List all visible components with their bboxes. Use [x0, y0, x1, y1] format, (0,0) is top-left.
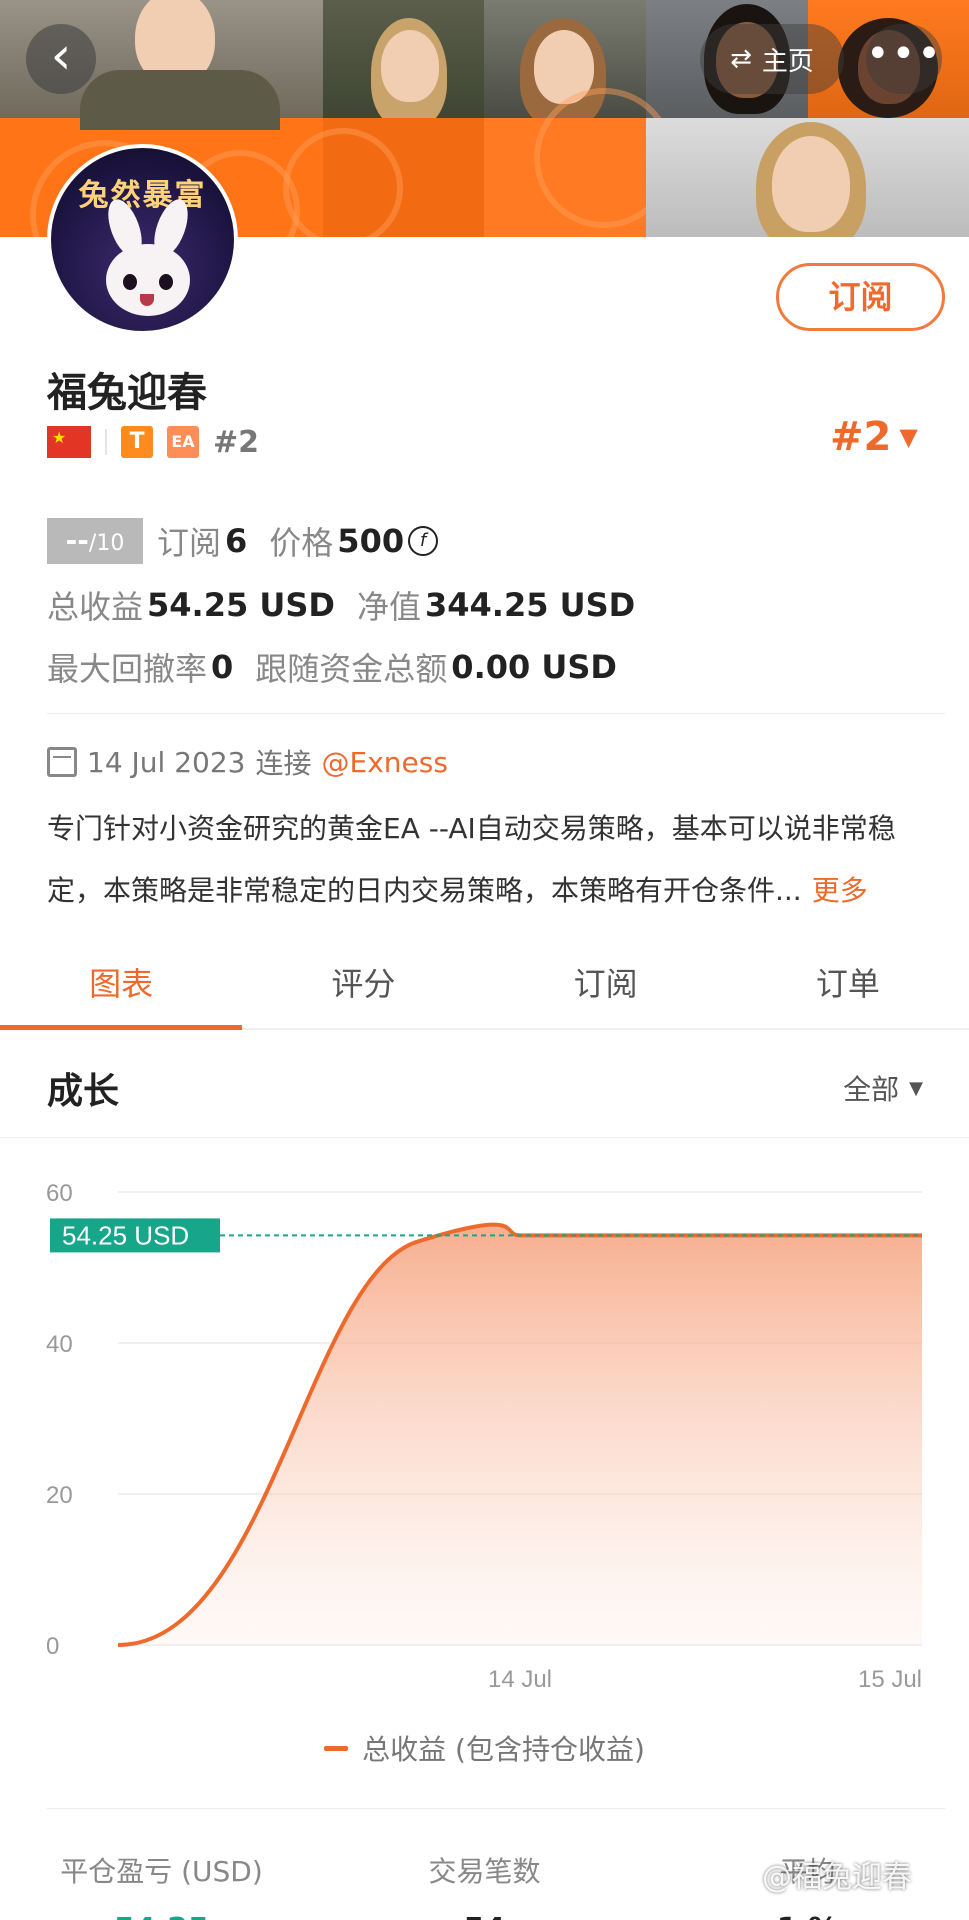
cover-photo — [323, 0, 484, 128]
more-link[interactable]: 更多 — [812, 874, 868, 907]
connect-label: 连接 — [255, 747, 312, 780]
trade-count-label: 交易笔数 — [428, 1855, 541, 1888]
range-filter[interactable]: 全部 ▼ — [843, 1068, 923, 1108]
growth-header: 成长 全部 ▼ — [0, 1032, 969, 1138]
rank-dropdown[interactable]: #2 ▼ — [830, 414, 918, 460]
bunny-eye-icon — [123, 274, 137, 290]
follow-funds-label: 跟随资金总额 — [255, 650, 448, 688]
x-tick-label: 14 Jul — [488, 1666, 552, 1693]
home-button[interactable]: ⇄ 主页 — [700, 24, 844, 94]
switch-icon: ⇄ — [730, 44, 752, 74]
total-profit-value: 54.25 USD — [147, 586, 335, 624]
connection-info: 14 Jul 2023 连接 @Exness — [47, 742, 448, 782]
score-badge: --/10 — [47, 518, 143, 564]
back-button[interactable]: ‹ — [26, 24, 96, 94]
y-tick-label: 0 — [46, 1633, 59, 1660]
closed-pnl-label: 平仓盈亏 (USD) — [60, 1855, 263, 1888]
strategy-description: 专门针对小资金研究的黄金EA --AI自动交易策略，基本可以说非常稳定，本策略是… — [47, 798, 947, 922]
tab-bar: 图表 评分 订阅 订单 — [0, 940, 969, 1030]
broker-link[interactable]: @Exness — [322, 746, 448, 779]
badge-row: ★ T EA #2 — [47, 424, 259, 460]
equity-label: 净值 — [356, 588, 421, 626]
stats-row-1: --/10 订阅 6 价格 500 f — [47, 518, 439, 564]
coin-icon: f — [408, 526, 439, 556]
stats-row-2: 总收益 54.25 USD 净值 344.25 USD — [47, 582, 657, 628]
caret-down-icon: ▼ — [909, 1077, 923, 1099]
cover-pattern — [283, 118, 484, 237]
score-value: -- — [65, 524, 89, 557]
growth-title: 成长 — [47, 1071, 120, 1112]
ea-badge: EA — [167, 426, 199, 458]
y-tick-label: 60 — [46, 1180, 73, 1207]
avatar[interactable]: 兔然暴富 — [47, 144, 238, 335]
equity-value: 344.25 USD — [424, 586, 636, 624]
x-tick-label: 15 Jul — [858, 1666, 922, 1693]
connect-date: 14 Jul 2023 — [87, 745, 246, 779]
price-label: 价格 — [269, 524, 334, 562]
trade-count-value: 54 — [323, 1912, 646, 1920]
tab-rating[interactable]: 评分 — [242, 940, 484, 1028]
watermark: @福兔迎春 — [762, 1860, 912, 1895]
score-max: /10 — [88, 531, 125, 556]
china-flag-icon: ★ — [47, 426, 91, 458]
current-value-label: 54.25 USD — [62, 1220, 189, 1250]
total-profit-label: 总收益 — [47, 588, 144, 626]
caret-down-icon: ▼ — [899, 423, 918, 451]
subscribe-count-label: 订阅 — [157, 524, 222, 562]
price-value: 500 — [337, 522, 405, 560]
tab-orders[interactable]: 订单 — [727, 940, 969, 1028]
more-icon: ••• — [866, 31, 943, 77]
username: 福兔迎春 — [47, 370, 207, 416]
growth-chart[interactable]: 0 20 40 60 14 Jul 15 Jul 54.25 USD — [0, 1140, 969, 1740]
series-area — [118, 1224, 922, 1645]
rank-value: #2 — [830, 414, 892, 460]
description-text: 专门针对小资金研究的黄金EA --AI自动交易策略，基本可以说非常稳定，本策略是… — [47, 812, 896, 907]
trade-count-stat: 交易笔数 54 — [323, 1850, 646, 1920]
avatar-text: 兔然暴富 — [78, 178, 207, 213]
chart-legend: 总收益 (包含持仓收益) — [0, 1728, 969, 1768]
tab-chart[interactable]: 图表 — [0, 940, 243, 1030]
home-label: 主页 — [761, 46, 814, 77]
y-tick-label: 20 — [46, 1482, 73, 1509]
divider — [105, 429, 107, 455]
max-drawdown-value: 0 — [211, 648, 234, 686]
divider — [47, 1808, 945, 1809]
subscribe-button[interactable]: 订阅 — [776, 263, 945, 331]
closed-pnl-stat: 平仓盈亏 (USD) 54.25 — [0, 1850, 323, 1920]
more-button[interactable]: ••• — [866, 24, 942, 94]
rank-label: #2 — [213, 424, 260, 460]
cover-photo — [646, 118, 969, 237]
subscribe-count-value: 6 — [225, 522, 248, 560]
calendar-icon — [47, 747, 77, 777]
trader-badge: T — [121, 426, 153, 458]
average-value: 1 % — [646, 1912, 969, 1920]
range-filter-label: 全部 — [843, 1073, 900, 1106]
divider — [47, 713, 945, 714]
growth-chart-svg: 0 20 40 60 14 Jul 15 Jul 54.25 USD — [46, 1180, 922, 1693]
bunny-eye-icon — [159, 274, 173, 290]
closed-pnl-value: 54.25 — [0, 1912, 323, 1920]
tab-subscribe[interactable]: 订阅 — [485, 940, 727, 1028]
back-arrow-icon: ‹ — [50, 26, 72, 86]
legend-label: 总收益 (包含持仓收益) — [362, 1733, 645, 1766]
follow-funds-value: 0.00 USD — [451, 648, 617, 686]
legend-swatch — [324, 1745, 349, 1751]
max-drawdown-label: 最大回撤率 — [47, 650, 208, 688]
stats-row-3: 最大回撤率 0 跟随资金总额 0.00 USD — [47, 644, 639, 690]
cover-pattern — [484, 88, 674, 237]
y-tick-label: 40 — [46, 1331, 73, 1358]
